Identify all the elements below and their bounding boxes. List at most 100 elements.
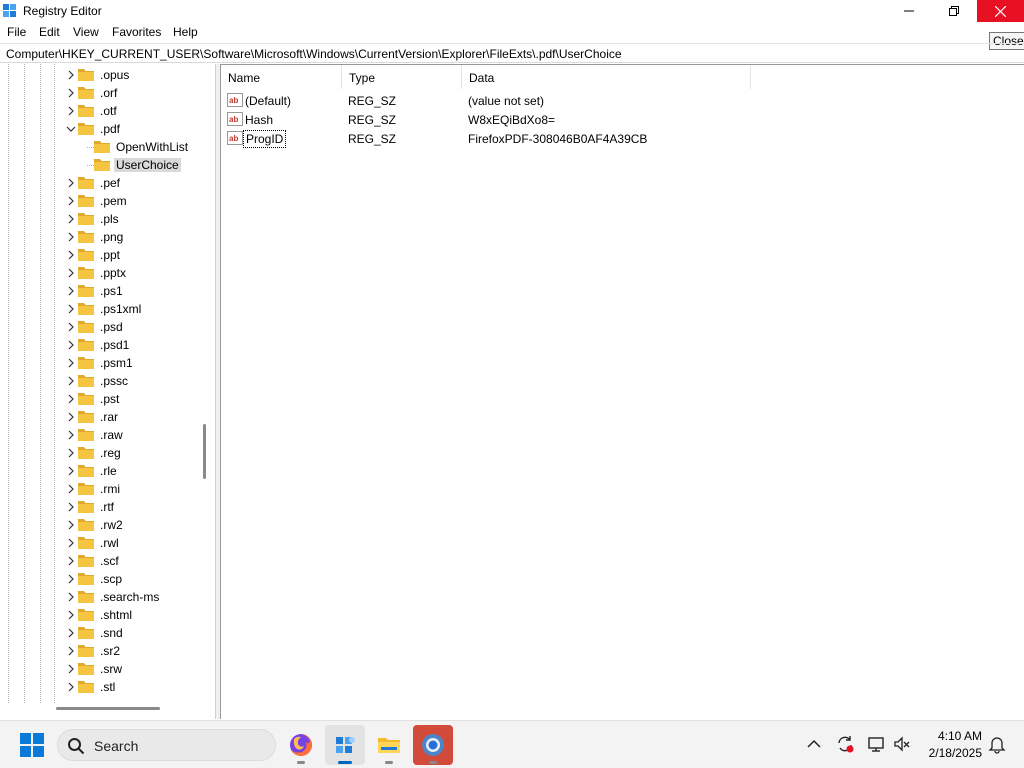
tree-item[interactable]: .rar — [0, 408, 200, 426]
tree-item[interactable]: .psd1 — [0, 336, 200, 354]
chevron-right-icon[interactable] — [66, 574, 76, 584]
value-row[interactable]: ab (Default) REG_SZ (value not set) — [221, 91, 1021, 110]
chevron-right-icon[interactable] — [66, 196, 76, 206]
column-header-type[interactable]: Type — [342, 65, 462, 89]
tree-item[interactable]: .pst — [0, 390, 200, 408]
chevron-right-icon[interactable] — [66, 682, 76, 692]
chevron-right-icon[interactable] — [66, 448, 76, 458]
tree-item[interactable]: .search-ms — [0, 588, 200, 606]
chevron-right-icon[interactable] — [66, 340, 76, 350]
clock-time[interactable]: 4:10 AM — [930, 729, 982, 743]
tree-item[interactable]: .ppt — [0, 246, 200, 264]
chevron-right-icon[interactable] — [66, 538, 76, 548]
key-tree-pane[interactable]: .opus .orf .otf .pdf OpenWithList UserChoice.… — [0, 64, 216, 719]
tree-item[interactable]: .rwl — [0, 534, 200, 552]
tree-item[interactable]: .psd — [0, 318, 200, 336]
chevron-right-icon[interactable] — [66, 664, 76, 674]
value-row[interactable]: ab ProgID REG_SZ FirefoxPDF-308046B0AF4A39C… — [221, 129, 1021, 148]
tree-item[interactable]: .pls — [0, 210, 200, 228]
chevron-right-icon[interactable] — [66, 412, 76, 422]
volume-muted-icon[interactable] — [892, 734, 912, 754]
tree-vertical-scrollbar[interactable] — [203, 424, 206, 479]
tree-item[interactable]: .otf — [0, 102, 200, 120]
chevron-right-icon[interactable] — [66, 178, 76, 188]
chevron-right-icon[interactable] — [66, 232, 76, 242]
tree-item[interactable]: .shtml — [0, 606, 200, 624]
restore-button[interactable] — [931, 0, 977, 22]
menu-view[interactable]: View — [73, 25, 99, 39]
tree-item[interactable]: .rtf — [0, 498, 200, 516]
taskbar-search-box[interactable]: Search — [57, 729, 276, 761]
chevron-right-icon[interactable] — [66, 70, 76, 80]
chevron-right-icon[interactable] — [66, 394, 76, 404]
values-list-pane[interactable]: Name Type Data ab (Default) REG_SZ (value n… — [220, 64, 1024, 719]
notification-bell-icon[interactable] — [987, 734, 1007, 754]
tree-item[interactable]: .ps1 — [0, 282, 200, 300]
tree-item[interactable]: .pssc — [0, 372, 200, 390]
taskbar-firefox[interactable] — [281, 725, 321, 765]
address-bar[interactable]: Computer\HKEY_CURRENT_USER\Software\Micr… — [0, 43, 1024, 63]
tree-item[interactable]: .scf — [0, 552, 200, 570]
menu-help[interactable]: Help — [173, 25, 198, 39]
tree-item[interactable]: .raw — [0, 426, 200, 444]
close-button[interactable] — [977, 0, 1024, 22]
show-hidden-icons-chevron-up-icon[interactable] — [804, 734, 824, 754]
tree-item[interactable]: .rw2 — [0, 516, 200, 534]
tree-item[interactable]: .pef — [0, 174, 200, 192]
tree-item[interactable]: .scp — [0, 570, 200, 588]
tree-item[interactable]: .pem — [0, 192, 200, 210]
menu-favorites[interactable]: Favorites — [112, 25, 161, 39]
tree-item[interactable]: .pdf — [0, 120, 200, 138]
network-icon[interactable] — [866, 734, 886, 754]
chevron-right-icon[interactable] — [66, 286, 76, 296]
chevron-right-icon[interactable] — [66, 646, 76, 656]
clock-date[interactable]: 2/18/2025 — [924, 746, 982, 760]
chevron-right-icon[interactable] — [66, 628, 76, 638]
chevron-right-icon[interactable] — [66, 430, 76, 440]
chevron-right-icon[interactable] — [66, 520, 76, 530]
menu-file[interactable]: File — [7, 25, 26, 39]
column-header-data[interactable]: Data — [462, 65, 751, 89]
chevron-right-icon[interactable] — [66, 484, 76, 494]
chevron-right-icon[interactable] — [66, 376, 76, 386]
taskbar-chrome[interactable] — [413, 725, 453, 765]
address-path[interactable]: Computer\HKEY_CURRENT_USER\Software\Micr… — [6, 47, 622, 61]
tree-item[interactable]: .opus — [0, 66, 200, 84]
tree-item[interactable]: .rmi — [0, 480, 200, 498]
tree-item[interactable]: .stl — [0, 678, 200, 696]
tree-item[interactable]: .psm1 — [0, 354, 200, 372]
tree-item[interactable]: .png — [0, 228, 200, 246]
taskbar-registry-editor[interactable] — [325, 725, 365, 765]
chevron-right-icon[interactable] — [66, 322, 76, 332]
column-header-name[interactable]: Name — [221, 65, 342, 89]
tree-item[interactable]: .orf — [0, 84, 200, 102]
minimize-button[interactable] — [886, 0, 932, 22]
value-row[interactable]: ab Hash REG_SZ W8xEQiBdXo8= — [221, 110, 1021, 129]
sync-icon[interactable] — [835, 734, 855, 754]
tree-item[interactable]: .ps1xml — [0, 300, 200, 318]
chevron-right-icon[interactable] — [66, 358, 76, 368]
taskbar-file-explorer[interactable] — [369, 725, 409, 765]
windows-start-icon[interactable] — [20, 733, 44, 757]
chevron-right-icon[interactable] — [66, 556, 76, 566]
chevron-right-icon[interactable] — [66, 214, 76, 224]
chevron-right-icon[interactable] — [66, 268, 76, 278]
chevron-right-icon[interactable] — [66, 592, 76, 602]
tree-horizontal-scrollbar[interactable] — [56, 707, 160, 710]
tree-item[interactable]: .reg — [0, 444, 200, 462]
tree-item[interactable]: .snd — [0, 624, 200, 642]
chevron-right-icon[interactable] — [66, 466, 76, 476]
menu-edit[interactable]: Edit — [39, 25, 60, 39]
tree-item[interactable]: .pptx — [0, 264, 200, 282]
chevron-right-icon[interactable] — [66, 88, 76, 98]
tree-item[interactable]: .rle — [0, 462, 200, 480]
tree-item[interactable]: .srw — [0, 660, 200, 678]
tree-item[interactable]: OpenWithList — [0, 138, 200, 156]
chevron-right-icon[interactable] — [66, 250, 76, 260]
chevron-down-icon[interactable] — [66, 124, 76, 134]
chevron-right-icon[interactable] — [66, 610, 76, 620]
chevron-right-icon[interactable] — [66, 304, 76, 314]
tree-item[interactable]: .sr2 — [0, 642, 200, 660]
chevron-right-icon[interactable] — [66, 502, 76, 512]
tree-item[interactable]: UserChoice — [0, 156, 200, 174]
